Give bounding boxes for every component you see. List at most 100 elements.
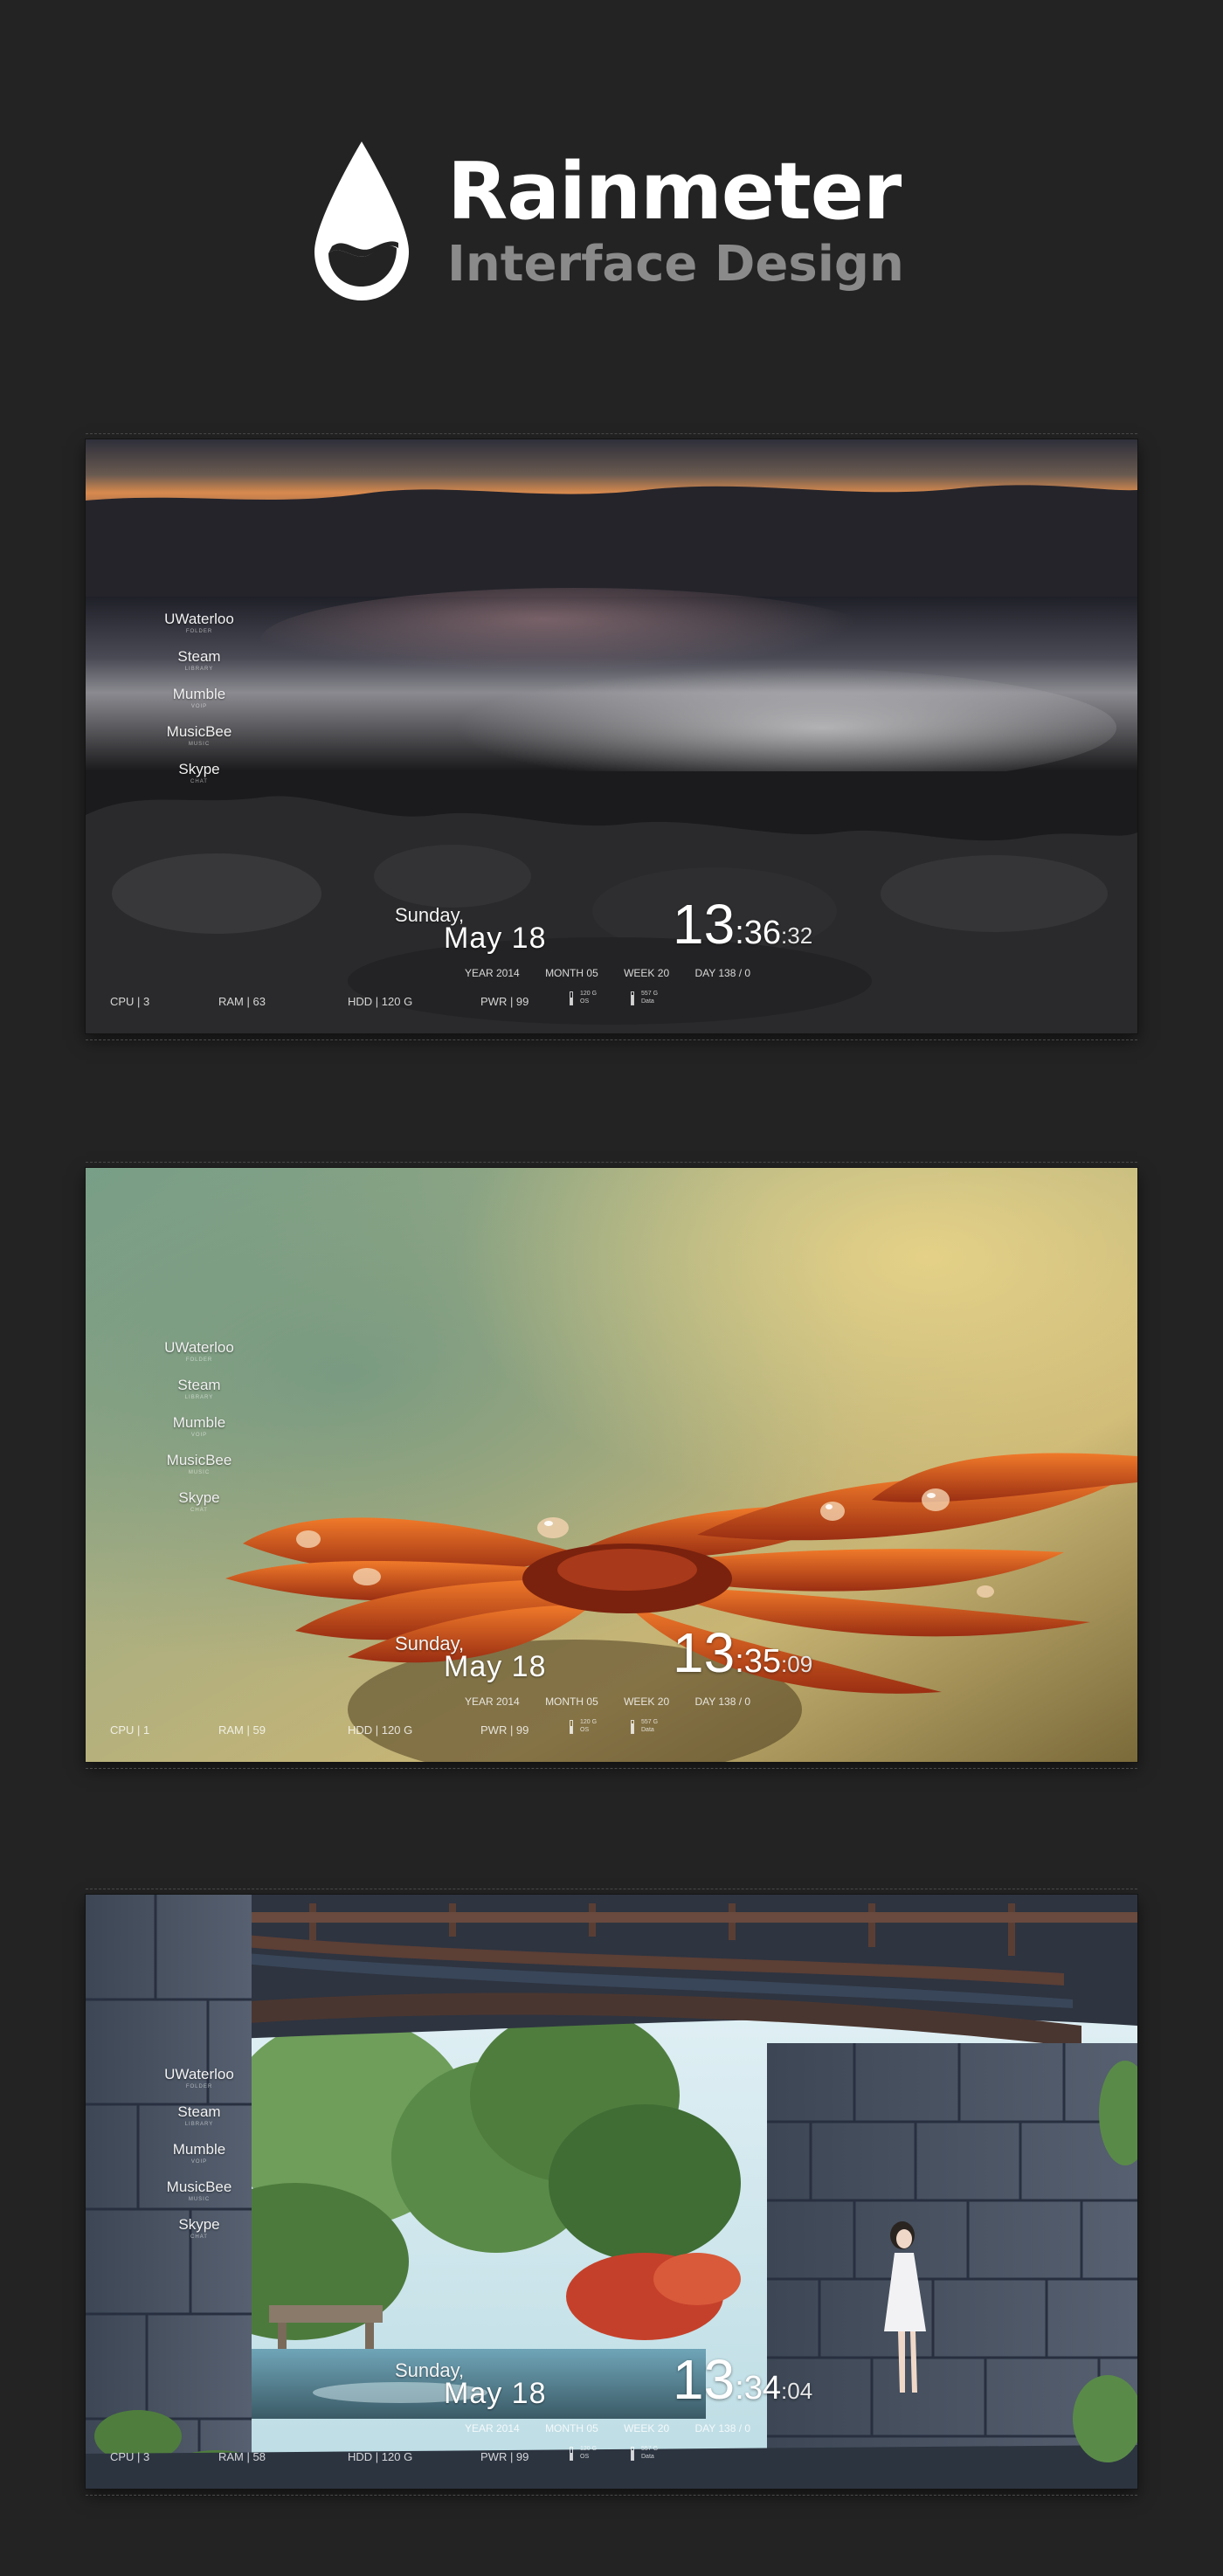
system-monitor-bar: CPU | 3 RAM | 63 HDD | 120 G PWR | 99 12…	[110, 991, 1115, 1016]
clock-widget: 13:34:04	[673, 2347, 812, 2412]
frame-divider	[86, 1162, 1137, 1163]
launcher-sublabel: VOIP	[190, 704, 208, 709]
launcher-item-skype[interactable]: Skype CHAT	[138, 1489, 260, 1527]
cpu-stat: CPU | 3	[110, 995, 150, 1008]
system-monitor-bar: CPU | 3 RAM | 58 HDD | 120 G PWR | 99 12…	[110, 2446, 1115, 2471]
drive-size: 557 G	[641, 1719, 659, 1725]
launcher-label: UWaterloo	[164, 611, 234, 627]
launcher-sublabel: CHAT	[190, 779, 208, 784]
launcher-sublabel: LIBRARY	[184, 666, 214, 672]
calendar-year: YEAR 2014	[465, 1695, 520, 1708]
launcher-item-uwaterloo[interactable]: UWaterloo FOLDER	[138, 2066, 260, 2103]
calendar-month: MONTH 05	[545, 2422, 598, 2434]
calendar-day: DAY 138 / 0	[694, 2422, 751, 2434]
launcher-label: Steam	[177, 648, 221, 665]
launcher-item-steam[interactable]: Steam LIBRARY	[138, 2103, 260, 2141]
clock-minute: :35	[735, 1643, 782, 1680]
calendar-year: YEAR 2014	[465, 2422, 520, 2434]
ram-stat: RAM | 58	[218, 2450, 266, 2463]
title-block: Rainmeter Interface Design	[447, 148, 904, 294]
launcher-sublabel: VOIP	[190, 2159, 208, 2165]
launcher-label: Steam	[177, 2103, 221, 2120]
power-stat: PWR | 99	[480, 1723, 529, 1737]
launcher-item-skype[interactable]: Skype CHAT	[138, 761, 260, 798]
launcher-sublabel: MUSIC	[188, 2197, 211, 2202]
drive-size: 557 G	[641, 2446, 659, 2452]
app-subtitle: Interface Design	[447, 236, 904, 293]
launcher-item-mumble[interactable]: Mumble VOIP	[138, 1414, 260, 1452]
launcher-sublabel: FOLDER	[185, 2084, 213, 2089]
calendar-month: MONTH 05	[545, 967, 598, 979]
drive-name: Data	[641, 998, 654, 1005]
launcher-label: Mumble	[172, 1414, 226, 1431]
launcher-label: Steam	[177, 1377, 221, 1393]
drive-name: OS	[580, 2454, 590, 2460]
drive-name: Data	[641, 2454, 654, 2460]
clock-minute: :36	[735, 915, 782, 951]
calendar-week: WEEK 20	[624, 967, 670, 979]
launcher-label: UWaterloo	[164, 1339, 234, 1356]
launcher-item-steam[interactable]: Steam LIBRARY	[138, 1377, 260, 1414]
calendar-day: DAY 138 / 0	[694, 1695, 751, 1708]
drive-name: OS	[580, 1727, 590, 1733]
clock-widget: 13:36:32	[673, 892, 812, 957]
calendar-day: DAY 138 / 0	[694, 967, 751, 979]
raindrop-icon	[314, 142, 409, 300]
cpu-stat: CPU | 1	[110, 1723, 150, 1737]
launcher-item-musicbee[interactable]: MusicBee MUSIC	[138, 2179, 260, 2216]
hdd-stat: HDD | 120 G	[348, 995, 413, 1008]
date-label: May 18	[444, 2377, 547, 2410]
launcher-item-skype[interactable]: Skype CHAT	[138, 2216, 260, 2254]
launcher-sublabel: VOIP	[190, 1433, 208, 1438]
drive-usage-bar	[570, 2447, 573, 2461]
clock-second: :32	[781, 922, 813, 949]
launcher-sublabel: MUSIC	[188, 1470, 211, 1475]
drive-usage-bar	[570, 1720, 573, 1734]
drive-size: 120 G	[580, 1719, 598, 1725]
clock-widget: 13:35:09	[673, 1620, 812, 1685]
drive-size: 120 G	[580, 2446, 598, 2452]
launcher-label: Skype	[178, 2216, 220, 2233]
calendar-week: WEEK 20	[624, 2422, 670, 2434]
launcher-label: MusicBee	[166, 723, 232, 740]
launcher-item-musicbee[interactable]: MusicBee MUSIC	[138, 723, 260, 761]
drive-size: 120 G	[580, 991, 598, 997]
launcher-sublabel: LIBRARY	[184, 2122, 214, 2127]
launcher-label: Skype	[178, 1489, 220, 1506]
calendar-year: YEAR 2014	[465, 967, 520, 979]
launcher-item-steam[interactable]: Steam LIBRARY	[138, 648, 260, 686]
launcher-item-uwaterloo[interactable]: UWaterloo FOLDER	[138, 611, 260, 648]
launcher-sublabel: LIBRARY	[184, 1395, 214, 1400]
launcher-item-musicbee[interactable]: MusicBee MUSIC	[138, 1452, 260, 1489]
launcher-item-mumble[interactable]: Mumble VOIP	[138, 2141, 260, 2179]
launcher-label: Mumble	[172, 2141, 226, 2158]
desktop-screenshot-3: UWaterloo FOLDER Steam LIBRARY Mumble VO…	[86, 1895, 1137, 2489]
cpu-stat: CPU | 3	[110, 2450, 150, 2463]
launcher-label: MusicBee	[166, 2179, 232, 2195]
calendar-month: MONTH 05	[545, 1695, 598, 1708]
launcher-item-mumble[interactable]: Mumble VOIP	[138, 686, 260, 723]
frame-divider	[86, 433, 1137, 434]
app-launcher: UWaterloo FOLDER Steam LIBRARY Mumble VO…	[138, 1339, 260, 1527]
clock-minute: :34	[735, 2370, 782, 2407]
launcher-sublabel: FOLDER	[185, 1357, 213, 1363]
launcher-sublabel: MUSIC	[188, 742, 211, 747]
launcher-label: Mumble	[172, 686, 226, 702]
date-label: May 18	[444, 922, 547, 955]
clock-second: :04	[781, 2378, 813, 2404]
clock-hour: 13	[673, 1621, 736, 1684]
launcher-sublabel: CHAT	[190, 2234, 208, 2240]
launcher-label: Skype	[178, 761, 220, 777]
hdd-stat: HDD | 120 G	[348, 1723, 413, 1737]
clock-second: :09	[781, 1651, 813, 1677]
launcher-item-uwaterloo[interactable]: UWaterloo FOLDER	[138, 1339, 260, 1377]
app-title: Rainmeter	[447, 146, 902, 238]
app-launcher: UWaterloo FOLDER Steam LIBRARY Mumble VO…	[138, 611, 260, 798]
page-header: Rainmeter Interface Design	[0, 0, 1223, 367]
drive-name: Data	[641, 1727, 654, 1733]
calendar-info: YEAR 2014 MONTH 05 WEEK 20 DAY 138 / 0	[465, 1695, 773, 1708]
frame-divider	[86, 1039, 1137, 1040]
frame-divider	[86, 2495, 1137, 2496]
launcher-label: UWaterloo	[164, 2066, 234, 2082]
ram-stat: RAM | 63	[218, 995, 266, 1008]
